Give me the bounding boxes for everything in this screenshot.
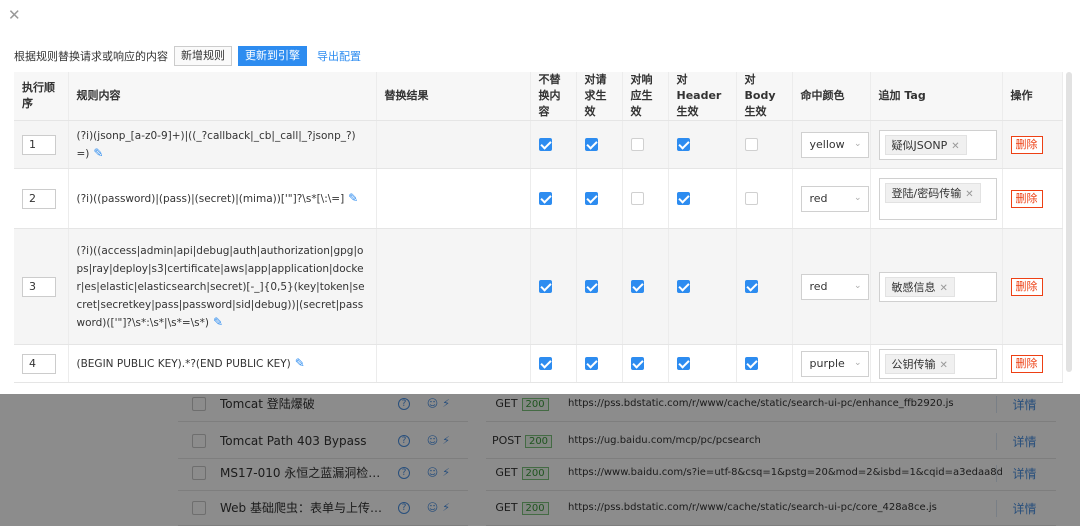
pencil-icon[interactable]: ✎ <box>93 146 103 160</box>
tag-label: 敏感信息 <box>891 280 936 294</box>
color-select[interactable]: yellow ⌄ <box>800 131 869 158</box>
tag-chip: 公钥传输 ✕ <box>884 353 955 374</box>
tag-label: 公钥传输 <box>891 357 936 371</box>
pencil-icon[interactable]: ✎ <box>213 315 223 329</box>
response-checkbox[interactable] <box>630 192 644 205</box>
body-checkbox[interactable] <box>744 357 758 370</box>
close-icon[interactable]: ✕ <box>965 189 973 200</box>
tag-chip: 疑似JSONP ✕ <box>884 134 967 155</box>
body-checkbox[interactable] <box>744 280 758 293</box>
col-order: 执行顺序 <box>14 72 69 121</box>
chevron-down-icon: ⌄ <box>853 192 862 203</box>
col-header: 对 Header 生效 <box>668 72 737 121</box>
table-row: 3 (?i)((access|admin|api|debug|auth|autho… <box>14 228 1063 345</box>
export-config-link[interactable]: 导出配置 <box>317 48 361 64</box>
chevron-down-icon: ⌄ <box>853 138 862 149</box>
tag-chip: 登陆/密码传输 ✕ <box>884 182 981 203</box>
replace-result <box>376 168 531 229</box>
delete-button[interactable]: 删除 <box>1010 189 1043 208</box>
toolbar-label: 根据规则替换请求或响应的内容 <box>14 50 168 63</box>
response-checkbox[interactable] <box>630 280 644 293</box>
color-value: red <box>809 192 828 205</box>
replace-result <box>376 120 531 169</box>
order-input[interactable]: 3 <box>22 276 56 297</box>
scrollbar[interactable] <box>1066 72 1072 372</box>
rule-content: (BEGIN PUBLIC KEY).*?(END PUBLIC KEY) <box>76 357 291 370</box>
table-row: 2 (?i)((password)|(pass)|(secret)|(mima))… <box>14 168 1063 229</box>
col-body: 对 Body 生效 <box>736 72 793 121</box>
response-checkbox[interactable] <box>630 138 644 151</box>
no-replace-checkbox[interactable] <box>538 357 552 370</box>
replace-result <box>376 228 531 345</box>
rule-content: (?i)((password)|(pass)|(secret)|(mima))[… <box>76 192 345 205</box>
col-request: 对请求生效 <box>576 72 623 121</box>
order-input[interactable]: 1 <box>22 134 56 155</box>
replace-rules-modal: ✕ 根据规则替换请求或响应的内容 新增规则 更新到引擎 导出配置 执行顺序 规则… <box>0 0 1080 394</box>
col-color: 命中颜色 <box>792 72 871 121</box>
close-icon[interactable]: ✕ <box>951 141 959 152</box>
delete-button[interactable]: 删除 <box>1010 135 1043 154</box>
header-checkbox[interactable] <box>676 192 690 205</box>
delete-button[interactable]: 删除 <box>1010 277 1043 296</box>
pencil-icon[interactable]: ✎ <box>348 191 358 205</box>
table-header: 执行顺序 规则内容 替换结果 不替换内容 对请求生效 对响应生效 对 Heade… <box>14 72 1063 121</box>
replace-result <box>376 344 531 383</box>
pencil-icon[interactable]: ✎ <box>295 356 305 370</box>
color-select[interactable]: red ⌄ <box>800 185 869 212</box>
color-select[interactable]: red ⌄ <box>800 273 869 300</box>
chevron-down-icon: ⌄ <box>853 280 862 291</box>
col-tag: 追加 Tag <box>870 72 1003 121</box>
header-checkbox[interactable] <box>676 138 690 151</box>
no-replace-checkbox[interactable] <box>538 138 552 151</box>
request-checkbox[interactable] <box>584 357 598 370</box>
col-operation: 操作 <box>1002 72 1063 121</box>
close-icon[interactable]: ✕ <box>940 360 948 371</box>
tag-input[interactable]: 公钥传输 ✕ <box>878 348 997 379</box>
color-value: red <box>809 280 828 293</box>
modal-toolbar: 根据规则替换请求或响应的内容 新增规则 更新到引擎 导出配置 <box>14 46 361 66</box>
col-result: 替换结果 <box>376 72 531 121</box>
update-engine-button[interactable]: 更新到引擎 <box>238 46 307 66</box>
close-icon[interactable]: ✕ <box>8 6 21 24</box>
no-replace-checkbox[interactable] <box>538 192 552 205</box>
add-rule-button[interactable]: 新增规则 <box>174 46 232 66</box>
tag-input[interactable]: 登陆/密码传输 ✕ <box>878 177 997 220</box>
request-checkbox[interactable] <box>584 280 598 293</box>
order-input[interactable]: 2 <box>22 188 56 209</box>
request-checkbox[interactable] <box>584 192 598 205</box>
header-checkbox[interactable] <box>676 280 690 293</box>
delete-button[interactable]: 删除 <box>1010 354 1043 373</box>
col-rule: 规则内容 <box>68 72 377 121</box>
tag-label: 登陆/密码传输 <box>891 186 962 200</box>
color-value: yellow <box>809 138 845 151</box>
color-select[interactable]: purple ⌄ <box>800 350 869 377</box>
tag-label: 疑似JSONP <box>891 138 948 152</box>
tag-input[interactable]: 疑似JSONP ✕ <box>878 129 997 160</box>
close-icon[interactable]: ✕ <box>940 283 948 294</box>
body-checkbox[interactable] <box>744 138 758 151</box>
header-checkbox[interactable] <box>676 357 690 370</box>
response-checkbox[interactable] <box>630 357 644 370</box>
chevron-down-icon: ⌄ <box>853 357 862 368</box>
body-checkbox[interactable] <box>744 192 758 205</box>
col-response: 对响应生效 <box>622 72 669 121</box>
rule-content: (?i)(jsonp_[a-z0-9]+)|((_?callback|_cb|_… <box>76 129 356 160</box>
order-input[interactable]: 4 <box>22 353 56 374</box>
request-checkbox[interactable] <box>584 138 598 151</box>
tag-input[interactable]: 敏感信息 ✕ <box>878 271 997 302</box>
rules-table: 执行顺序 规则内容 替换结果 不替换内容 对请求生效 对响应生效 对 Heade… <box>14 72 1063 383</box>
tag-chip: 敏感信息 ✕ <box>884 276 955 297</box>
color-value: purple <box>809 357 845 370</box>
col-no-replace: 不替换内容 <box>530 72 577 121</box>
table-row: 4 (BEGIN PUBLIC KEY).*?(END PUBLIC KEY) ✎ p… <box>14 344 1063 383</box>
table-row: 1 (?i)(jsonp_[a-z0-9]+)|((_?callback|_cb|… <box>14 120 1063 169</box>
no-replace-checkbox[interactable] <box>538 280 552 293</box>
